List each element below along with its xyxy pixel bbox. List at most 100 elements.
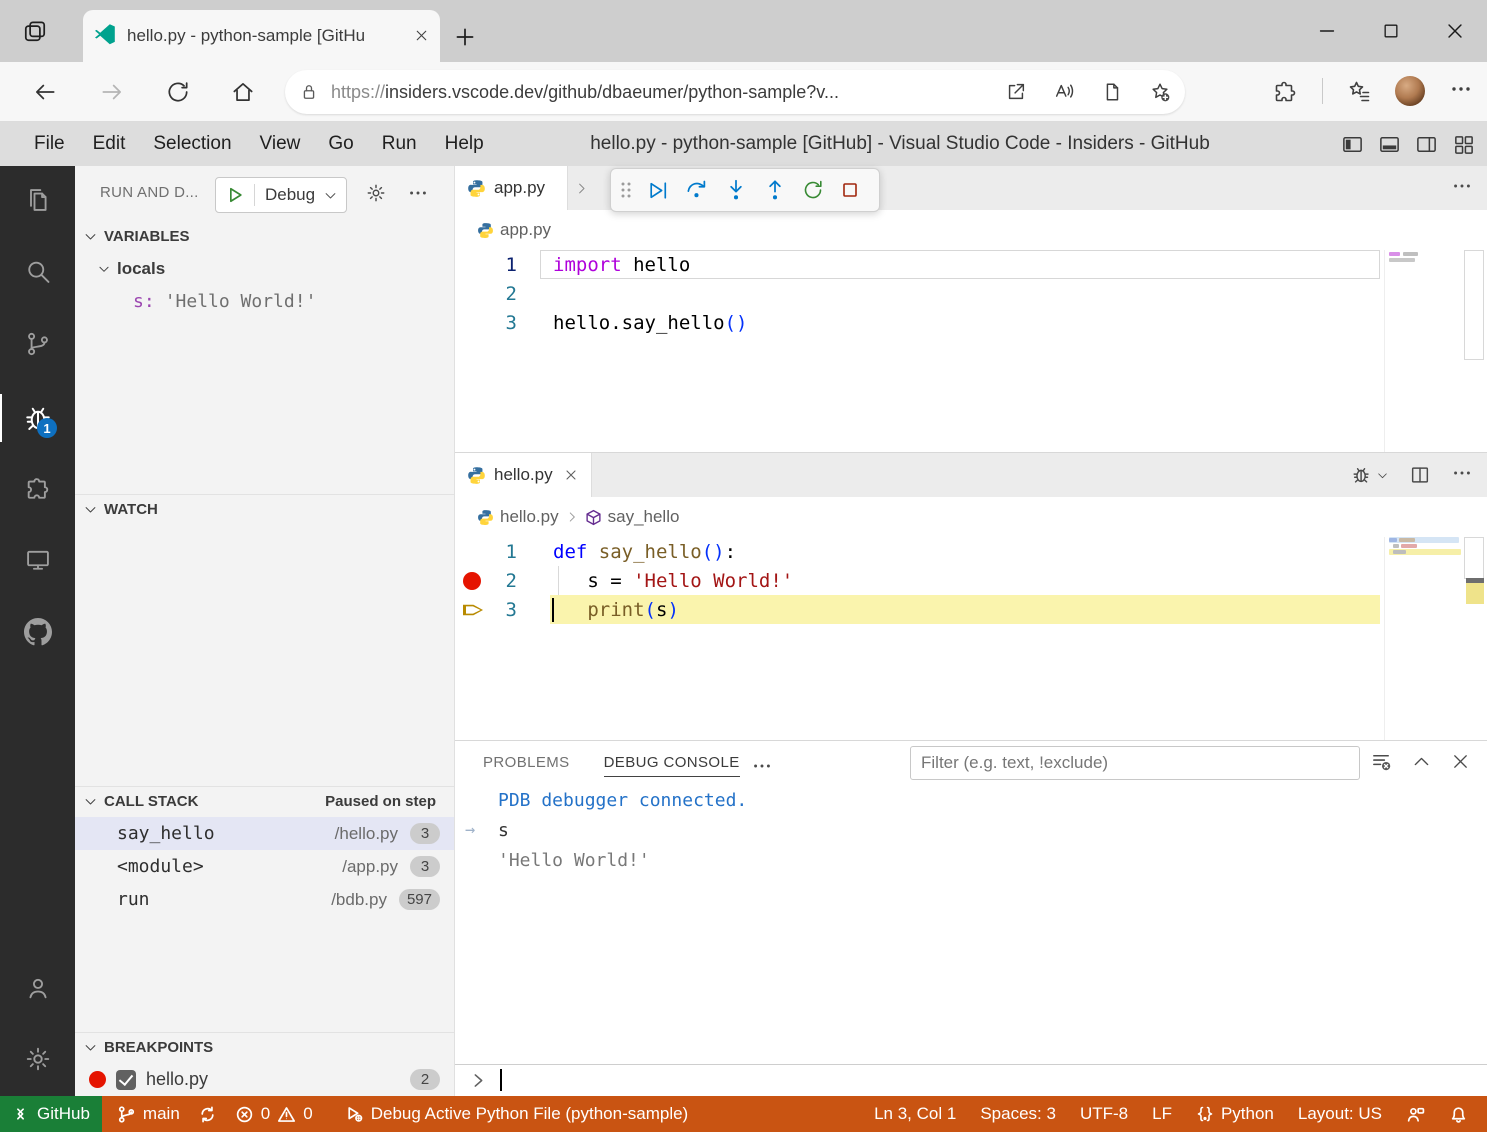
variables-section-header[interactable]: VARIABLES <box>75 222 454 250</box>
browser-menu-icon[interactable] <box>1449 77 1473 106</box>
toggle-secondary-sidebar-icon[interactable] <box>1415 133 1438 156</box>
new-tab-button[interactable] <box>452 24 478 50</box>
breakpoint-checkbox[interactable] <box>116 1070 136 1090</box>
call-stack-frame[interactable]: <module> /app.py 3 <box>75 850 454 883</box>
gutter-marker[interactable] <box>463 313 483 333</box>
indentation-indicator[interactable]: Spaces: 3 <box>971 1096 1065 1132</box>
forward-button[interactable] <box>99 79 125 105</box>
debug-restart-button[interactable] <box>801 178 825 202</box>
menu-item[interactable]: Selection <box>139 129 245 159</box>
eol-indicator[interactable]: LF <box>1143 1096 1181 1132</box>
panel-tab[interactable]: DEBUG CONSOLE <box>604 741 740 783</box>
debug-continue-button[interactable] <box>646 178 671 203</box>
tab-overflow-chevron-icon[interactable] <box>574 166 589 210</box>
menu-item[interactable]: File <box>20 129 79 159</box>
refresh-button[interactable] <box>165 79 191 105</box>
call-stack-frame[interactable]: run /bdb.py 597 <box>75 883 454 916</box>
problems-indicator[interactable]: 0 0 <box>226 1096 322 1132</box>
keyboard-layout[interactable]: Layout: US <box>1289 1096 1391 1132</box>
gutter-marker[interactable] <box>463 542 483 562</box>
panel-more-actions-icon[interactable] <box>751 755 773 782</box>
code-editor-app[interactable]: 1 import hello 2 3 hello.say_hello() <box>455 250 1487 337</box>
tab-app-py[interactable]: app.py <box>455 166 568 210</box>
sync-indicator[interactable] <box>189 1096 226 1132</box>
debug-console-output[interactable]: → PDB debugger connected. → s → 'Hello W… <box>455 785 1487 875</box>
debug-console-repl[interactable] <box>455 1064 1487 1096</box>
gutter-marker[interactable] <box>463 572 481 590</box>
close-panel-icon[interactable] <box>1450 751 1471 772</box>
split-editor-icon[interactable] <box>1409 464 1431 486</box>
accounts-icon[interactable] <box>0 964 75 1012</box>
toggle-panel-icon[interactable] <box>1378 133 1401 156</box>
feedback-icon[interactable] <box>1397 1096 1434 1132</box>
maximize-panel-icon[interactable] <box>1411 751 1432 772</box>
more-actions-icon[interactable] <box>1451 462 1473 489</box>
variable-row[interactable]: s: 'Hello World!' <box>75 287 512 315</box>
search-icon[interactable] <box>0 248 75 296</box>
menu-item[interactable]: Help <box>431 129 498 159</box>
gutter-marker[interactable] <box>463 600 483 620</box>
extensions-view-icon[interactable] <box>0 465 75 513</box>
more-actions-icon[interactable] <box>1451 175 1473 202</box>
close-window-button[interactable] <box>1423 0 1487 62</box>
debug-status[interactable]: Debug Active Python File (python-sample) <box>336 1096 698 1132</box>
code-editor-hello[interactable]: 1 def say_hello(): 2 s = 'Hello World!' … <box>455 537 1487 624</box>
remote-indicator[interactable]: GitHub <box>0 1096 102 1132</box>
breadcrumb-app[interactable]: app.py <box>477 210 551 250</box>
add-favorite-icon[interactable] <box>1149 81 1171 103</box>
menu-item[interactable]: Edit <box>79 129 140 159</box>
call-stack-section-header[interactable]: CALL STACK Paused on step <box>75 787 454 815</box>
language-mode[interactable]: Python <box>1187 1096 1283 1132</box>
back-button[interactable] <box>32 79 58 105</box>
chevron-down-icon[interactable] <box>323 188 346 203</box>
home-button[interactable] <box>230 79 256 105</box>
settings-gear-icon[interactable] <box>0 1035 75 1083</box>
cursor-position[interactable]: Ln 3, Col 1 <box>865 1096 965 1132</box>
console-filter-input[interactable] <box>910 746 1360 780</box>
encoding-indicator[interactable]: UTF-8 <box>1071 1096 1137 1132</box>
menu-item[interactable]: Go <box>314 129 367 159</box>
gutter-marker[interactable] <box>463 255 483 275</box>
overview-ruler[interactable] <box>1464 250 1484 360</box>
remote-explorer-icon[interactable] <box>0 536 75 584</box>
explorer-icon[interactable] <box>0 176 75 224</box>
page-actions-icon[interactable] <box>1101 81 1123 103</box>
locals-scope-row[interactable]: locals <box>75 255 454 283</box>
menu-item[interactable]: Run <box>368 129 431 159</box>
maximize-button[interactable] <box>1359 0 1423 62</box>
breakpoint-row[interactable]: hello.py 2 <box>75 1063 454 1096</box>
breakpoints-section-header[interactable]: BREAKPOINTS <box>75 1033 454 1061</box>
tab-hello-py[interactable]: hello.py <box>455 453 592 497</box>
toolbar-drag-handle-icon[interactable] <box>619 180 633 200</box>
run-and-debug-icon[interactable]: 1 <box>0 394 75 442</box>
source-control-icon[interactable] <box>0 320 75 368</box>
lock-icon[interactable] <box>299 82 319 102</box>
github-icon[interactable] <box>0 608 75 656</box>
menu-item[interactable]: View <box>246 129 315 159</box>
breadcrumb-hello[interactable]: hello.py say_hello <box>477 497 679 537</box>
close-tab-icon[interactable] <box>563 467 579 483</box>
overview-ruler[interactable] <box>1464 537 1484 579</box>
toggle-sidebar-icon[interactable] <box>1341 133 1364 156</box>
extensions-icon[interactable] <box>1274 79 1298 103</box>
minimap-hello[interactable] <box>1384 537 1487 740</box>
start-debugging-button[interactable] <box>216 185 254 205</box>
panel-tab[interactable]: PROBLEMS <box>483 741 570 783</box>
minimize-button[interactable] <box>1295 0 1359 62</box>
address-bar[interactable]: https://insiders.vscode.dev/github/dbaeu… <box>285 70 1185 114</box>
debug-step-over-button[interactable] <box>684 177 710 203</box>
branch-indicator[interactable]: main <box>108 1096 189 1132</box>
sidebar-more-actions-icon[interactable] <box>407 182 429 209</box>
tab-close-icon[interactable] <box>413 27 430 45</box>
notifications-bell-icon[interactable] <box>1440 1096 1477 1132</box>
read-aloud-icon[interactable] <box>1053 81 1075 103</box>
favorites-icon[interactable] <box>1347 79 1371 103</box>
debug-settings-gear-icon[interactable] <box>365 182 387 204</box>
browser-tab[interactable]: hello.py - python-sample [GitHu <box>83 10 440 62</box>
run-or-debug-icon[interactable] <box>1351 464 1389 486</box>
profile-avatar[interactable] <box>1395 76 1425 106</box>
open-external-icon[interactable] <box>1005 81 1027 103</box>
debug-step-out-button[interactable] <box>762 177 788 203</box>
debug-config-dropdown[interactable]: Debug <box>255 185 323 205</box>
clear-filter-icon[interactable] <box>1370 750 1393 773</box>
